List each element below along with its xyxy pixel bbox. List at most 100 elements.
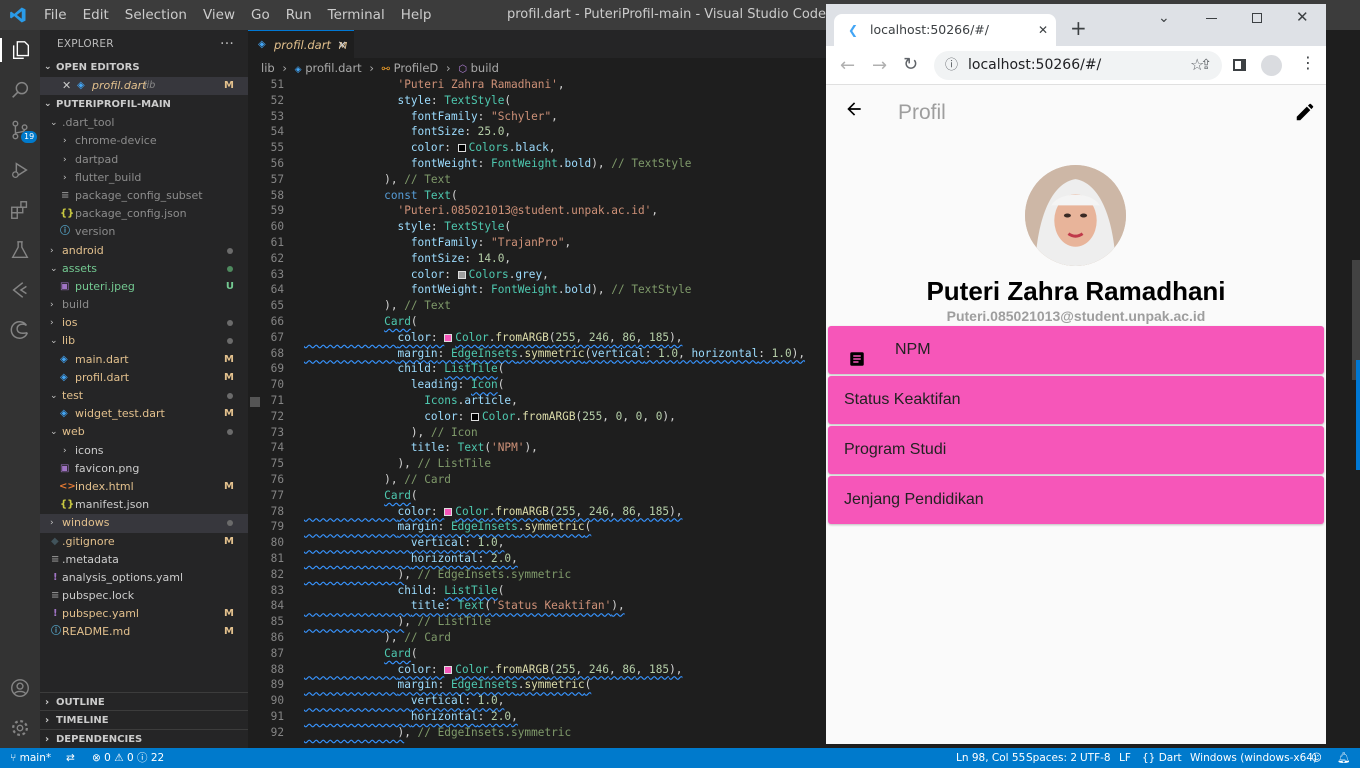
- tree-item-widget-test-dart[interactable]: ◈ widget_test.dart M: [40, 405, 248, 423]
- git-branch-item[interactable]: ⑂ main*: [10, 748, 51, 768]
- testing-flask-icon[interactable]: [8, 238, 32, 262]
- menu-selection[interactable]: Selection: [117, 0, 195, 30]
- breadcrumb-method[interactable]: build: [471, 61, 499, 75]
- breadcrumb-file[interactable]: profil.dart: [305, 61, 362, 75]
- card-jenjang-pendidikan[interactable]: Jenjang Pendidikan: [828, 476, 1324, 524]
- notifications-bell-icon[interactable]: 🔔︎: [1337, 748, 1350, 768]
- remote-explorer-icon[interactable]: [8, 278, 32, 302]
- tree-item-ios[interactable]: › ios: [40, 314, 248, 332]
- tree-item-chrome-device[interactable]: › chrome-device: [40, 132, 248, 150]
- card-status-keaktifan[interactable]: Status Keaktifan: [828, 376, 1324, 424]
- tree-item-index-html[interactable]: <> index.html M: [40, 478, 248, 496]
- window-close-icon[interactable]: ✕: [1296, 8, 1309, 26]
- menu-go[interactable]: Go: [243, 0, 278, 30]
- tree-item-package-config-subset[interactable]: ≡ package_config_subset: [40, 187, 248, 205]
- line-ending[interactable]: LF: [1119, 748, 1131, 768]
- reload-icon[interactable]: ↻: [903, 54, 918, 75]
- tree-item-manifest-json[interactable]: {} manifest.json: [40, 496, 248, 514]
- dependencies-section[interactable]: › DEPENDENCIES: [40, 729, 248, 748]
- card-program-studi[interactable]: Program Studi: [828, 426, 1324, 474]
- tree-item-flutter-build[interactable]: › flutter_build: [40, 169, 248, 187]
- forward-icon[interactable]: →: [872, 55, 887, 76]
- account-icon[interactable]: [8, 676, 32, 700]
- outline-section[interactable]: › OUTLINE: [40, 692, 248, 711]
- settings-gear-icon[interactable]: [8, 716, 32, 740]
- open-editors-section[interactable]: ⌄ OPEN EDITORS: [40, 58, 248, 77]
- edge-devtools-icon[interactable]: [8, 318, 32, 342]
- tab-close-icon[interactable]: ✕: [337, 31, 347, 59]
- tree-item-assets[interactable]: ⌄ assets: [40, 260, 248, 278]
- editor-tab-profil-dart[interactable]: ◈ profil.dart M ✕: [248, 30, 354, 58]
- tree-item-windows[interactable]: › windows: [40, 514, 248, 533]
- editor-scrollbar[interactable]: [1326, 30, 1360, 748]
- image-file-icon: ▣: [60, 462, 70, 474]
- tree-item-build[interactable]: › build: [40, 296, 248, 314]
- tree-item-dartpad[interactable]: › dartpad: [40, 151, 248, 169]
- open-editor-item[interactable]: ✕ ◈ profil.dart lib M: [40, 77, 248, 96]
- timeline-section[interactable]: › TIMELINE: [40, 710, 248, 729]
- tab-search-chevron-icon[interactable]: ⌄: [1158, 10, 1170, 26]
- tree-item-metadata[interactable]: ≡ .metadata: [40, 551, 248, 569]
- tab-close-icon[interactable]: ✕: [1038, 14, 1048, 46]
- tree-item-pubspec-yaml[interactable]: ! pubspec.yaml M: [40, 605, 248, 623]
- browser-tab[interactable]: ❮ localhost:50266/#/ ✕: [834, 14, 1056, 46]
- maximize-icon[interactable]: [1252, 13, 1262, 23]
- code-area[interactable]: 51 'Puteri Zahra Ramadhani', 52 style: T…: [248, 78, 826, 748]
- language-mode[interactable]: {} Dart: [1142, 748, 1182, 768]
- tree-item-version[interactable]: ⓘ version: [40, 223, 248, 241]
- bookmark-star-icon[interactable]: ☆: [1190, 55, 1204, 74]
- feedback-icon[interactable]: ☺: [1311, 748, 1322, 768]
- tree-item-package-config-json[interactable]: {} package_config.json: [40, 205, 248, 223]
- back-arrow-icon[interactable]: [844, 99, 864, 123]
- indentation[interactable]: Spaces: 2: [1026, 748, 1077, 768]
- flutter-device[interactable]: Windows (windows-x64): [1190, 748, 1317, 768]
- menu-view[interactable]: View: [195, 0, 243, 30]
- breadcrumb-lib[interactable]: lib: [261, 61, 275, 75]
- edit-pencil-icon[interactable]: [1294, 101, 1316, 127]
- sync-icon[interactable]: ⇄: [66, 748, 75, 768]
- tree-item-readme[interactable]: ⓘ README.md M: [40, 623, 248, 641]
- tree-item-main-dart[interactable]: ◈ main.dart M: [40, 351, 248, 369]
- code-line: 53 fontFamily: "Schyler",: [270, 109, 558, 123]
- extensions-icon[interactable]: [8, 198, 32, 222]
- tree-item-dart-tool[interactable]: ⌄ .dart_tool: [40, 114, 248, 132]
- html-file-icon: <>: [59, 480, 76, 492]
- tree-item-android[interactable]: › android: [40, 242, 248, 260]
- encoding[interactable]: UTF-8: [1080, 748, 1111, 768]
- address-bar[interactable]: ⓘ localhost:50266/#/ ⇪: [934, 51, 1222, 80]
- cursor-position[interactable]: Ln 98, Col 55: [956, 748, 1025, 768]
- tree-item-pubspec-lock[interactable]: ≡ pubspec.lock: [40, 587, 248, 605]
- menu-help[interactable]: Help: [393, 0, 440, 30]
- run-debug-icon[interactable]: [8, 158, 32, 182]
- tree-item-icons[interactable]: › icons: [40, 442, 248, 460]
- tree-item-web[interactable]: ⌄ web: [40, 423, 248, 441]
- menu-run[interactable]: Run: [278, 0, 320, 30]
- source-control-icon[interactable]: 19: [8, 118, 38, 143]
- explorer-sidebar: EXPLORER ··· ⌄ OPEN EDITORS ✕ ◈ profil.d…: [40, 30, 248, 748]
- tree-item-favicon-png[interactable]: ▣ favicon.png: [40, 460, 248, 478]
- tree-item-test[interactable]: ⌄ test: [40, 387, 248, 405]
- tree-item-lib[interactable]: ⌄ lib: [40, 332, 248, 350]
- close-icon[interactable]: ✕: [62, 77, 71, 95]
- project-section[interactable]: ⌄ PUTERIPROFIL-MAIN: [40, 95, 248, 114]
- problems-item[interactable]: ⊗ 0 ⚠ 0 ⓘ 22: [92, 748, 164, 768]
- menu-edit[interactable]: Edit: [75, 0, 117, 30]
- menu-file[interactable]: File: [36, 0, 75, 30]
- menu-terminal[interactable]: Terminal: [320, 0, 393, 30]
- explorer-more-icon[interactable]: ···: [220, 30, 234, 58]
- tree-item-gitignore[interactable]: ◆ .gitignore M: [40, 533, 248, 551]
- info-icon: ⓘ: [51, 626, 61, 638]
- chrome-menu-icon[interactable]: ⋮: [1300, 53, 1316, 72]
- tree-item-puteri-jpeg[interactable]: ▣ puteri.jpeg U: [40, 278, 248, 296]
- tree-item-profil-dart[interactable]: ◈ profil.dart M: [40, 369, 248, 387]
- profile-avatar-icon[interactable]: [1261, 55, 1282, 76]
- side-panel-icon[interactable]: [1233, 59, 1246, 71]
- back-icon[interactable]: ←: [840, 55, 855, 76]
- tree-item-analysis-options[interactable]: ! analysis_options.yaml: [40, 569, 248, 587]
- card-npm[interactable]: NPM: [828, 326, 1324, 374]
- minimize-icon[interactable]: [1206, 18, 1217, 19]
- explorer-files-icon[interactable]: [0, 38, 40, 62]
- breadcrumb-class[interactable]: ProfileD: [394, 61, 439, 75]
- new-tab-icon[interactable]: +: [1070, 16, 1087, 40]
- search-icon[interactable]: [8, 78, 32, 102]
